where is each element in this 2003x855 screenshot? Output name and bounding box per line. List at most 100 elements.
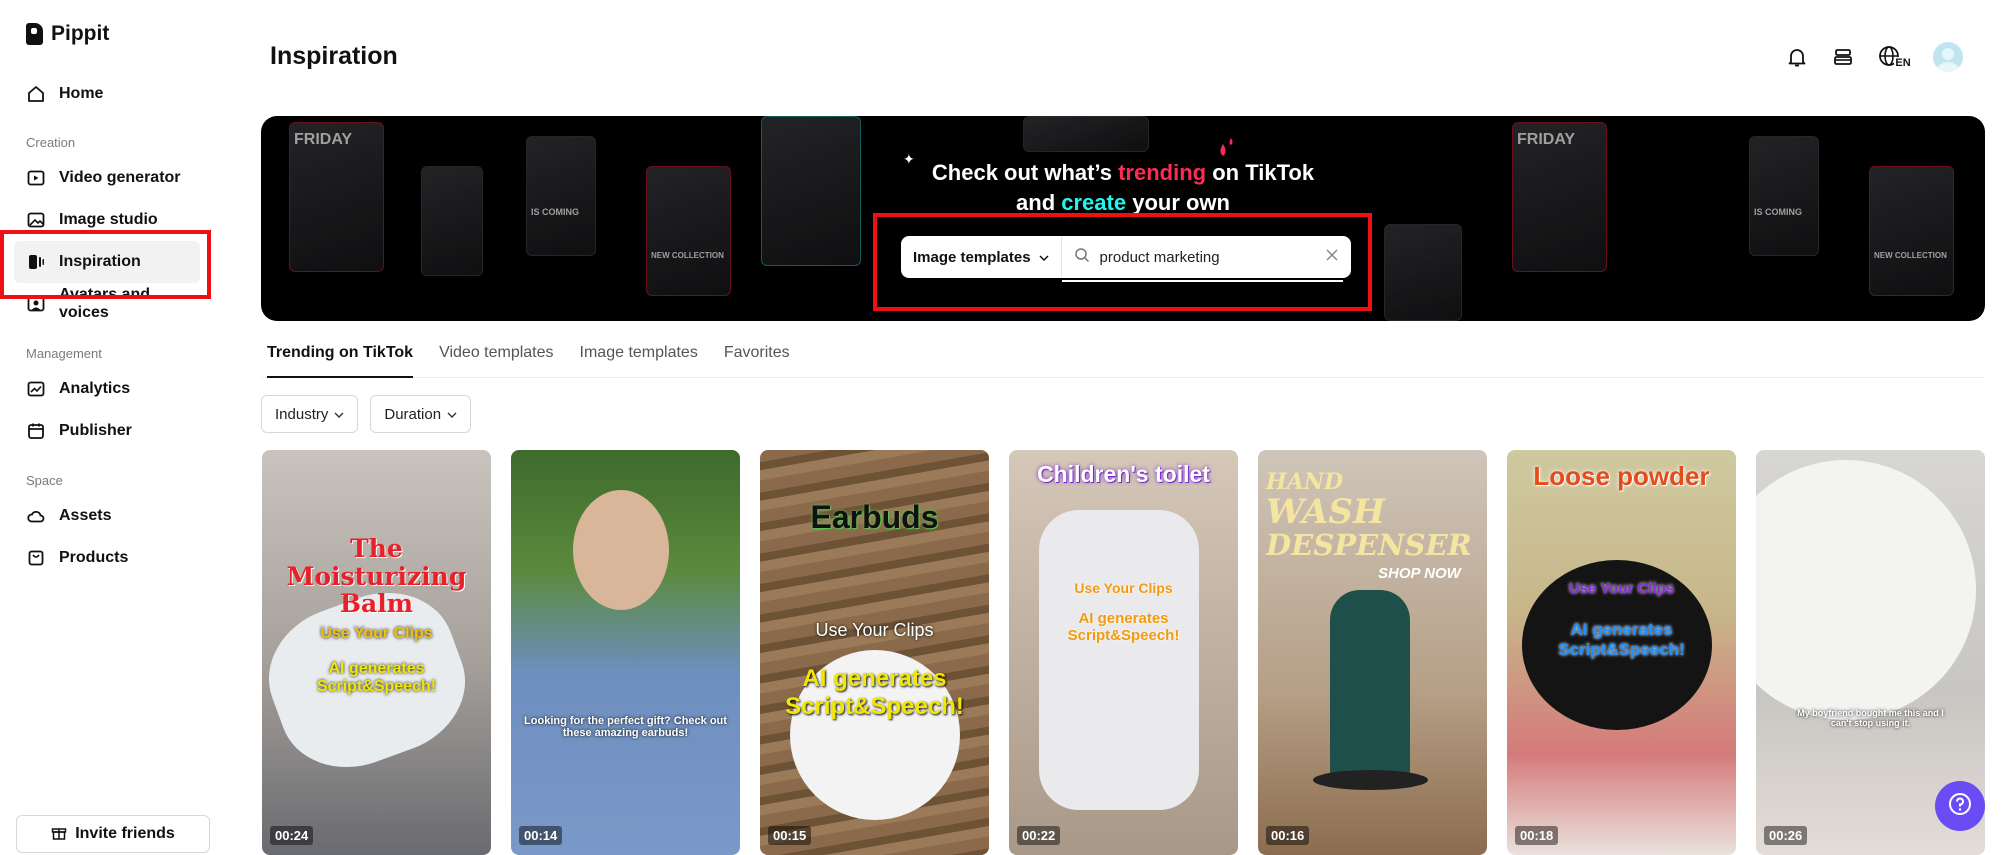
tab-favorites[interactable]: Favorites <box>724 330 790 376</box>
video-duration: 00:14 <box>519 826 563 845</box>
banner-text: your own <box>1126 190 1230 215</box>
sidebar: Pippit Home Creation Video generator Ima… <box>0 0 225 855</box>
card-subtitle: SHOP NOW <box>1378 565 1461 582</box>
sidebar-item-home[interactable]: Home <box>14 73 200 115</box>
card-subtitle: AI generates Script&Speech! <box>785 665 964 720</box>
language-code: EN <box>1894 57 1912 69</box>
tab-trending-on-tiktok[interactable]: Trending on TikTok <box>267 330 414 378</box>
chevron-down-icon <box>447 406 457 423</box>
template-card-grid: The Moisturizing Balm Use Your Clips AI … <box>262 450 1985 855</box>
chevron-down-icon <box>334 406 344 423</box>
banner-highlight-trending: trending <box>1118 160 1207 185</box>
bell-icon[interactable] <box>1785 45 1809 69</box>
product-shape <box>1756 460 1976 720</box>
banner-headline: Check out what’s trending on TikTok and … <box>261 158 1985 218</box>
card-title: The Moisturizing Balm <box>286 534 467 618</box>
template-card[interactable]: HAND WASH DESPENSER SHOP NOW 00:16 <box>1258 450 1487 855</box>
tab-video-templates[interactable]: Video templates <box>439 330 553 376</box>
banner-thumbnail-text: NEW COLLECTION <box>1874 251 1947 260</box>
analytics-icon <box>27 380 45 398</box>
template-card[interactable]: Looking for the perfect gift? Check out … <box>511 450 740 855</box>
card-subtitle: AI generates Script&Speech! <box>1067 610 1180 644</box>
sidebar-item-label: Products <box>59 549 129 566</box>
sidebar-item-label: Home <box>59 85 104 102</box>
image-studio-icon <box>27 211 45 229</box>
video-duration: 00:16 <box>1266 826 1310 845</box>
sidebar-item-publisher[interactable]: Publisher <box>14 410 200 452</box>
brand-name: Pippit <box>51 22 110 45</box>
content-tabs: Trending on TikTok Video templates Image… <box>261 330 1985 378</box>
template-card[interactable]: Children's toilet Use Your Clips AI gene… <box>1009 450 1238 855</box>
video-duration: 00:24 <box>270 826 314 845</box>
help-question-icon <box>1947 791 1973 822</box>
card-caption: Looking for the perfect gift? Check out … <box>524 715 727 739</box>
cloud-icon <box>27 507 45 525</box>
gift-icon <box>51 824 67 845</box>
card-title: Earbuds <box>810 499 939 535</box>
industry-filter-label: Industry <box>275 405 329 423</box>
card-title-line: WASH <box>1266 492 1386 532</box>
bag-icon <box>27 549 45 567</box>
card-subtitle: Use Your Clips <box>815 620 934 640</box>
inbox-icon[interactable] <box>1831 45 1855 69</box>
highlight-box-search <box>873 213 1372 311</box>
product-shape <box>1330 590 1410 780</box>
sidebar-item-label: Image studio <box>59 211 158 228</box>
video-duration: 00:26 <box>1764 826 1808 845</box>
card-subtitle: AI generates Script&Speech! <box>1558 620 1685 659</box>
section-label-space: Space <box>26 473 63 488</box>
sidebar-item-products[interactable]: Products <box>14 537 200 579</box>
template-card[interactable]: Earbuds Use Your Clips AI generates Scri… <box>760 450 989 855</box>
filter-bar: Industry Duration <box>261 395 472 433</box>
tab-image-templates[interactable]: Image templates <box>580 330 698 376</box>
card-caption: My boyfriend bought me this and I can't … <box>1797 708 1944 728</box>
app-logo[interactable]: Pippit <box>26 22 109 46</box>
sidebar-item-video-generator[interactable]: Video generator <box>14 157 200 199</box>
sidebar-item-label: Video generator <box>59 169 181 186</box>
language-globe-icon[interactable]: EN <box>1877 45 1912 69</box>
banner-thumbnail <box>1384 224 1462 321</box>
sidebar-item-label: Assets <box>59 507 112 524</box>
video-generator-icon <box>27 169 45 187</box>
highlight-box-inspiration <box>0 230 211 299</box>
card-subtitle: AI generates Script&Speech! <box>316 660 437 695</box>
video-duration: 00:15 <box>768 826 812 845</box>
industry-filter[interactable]: Industry <box>261 395 359 433</box>
person-face-shape <box>573 490 669 610</box>
banner-thumbnail-text: FRIDAY <box>294 131 353 148</box>
top-right-toolbar: EN <box>1785 42 1963 72</box>
page-title: Inspiration <box>270 42 398 70</box>
card-title-line: HAND <box>1266 469 1344 495</box>
card-title-line: DESPENSER <box>1266 528 1472 562</box>
help-button[interactable] <box>1935 781 1985 831</box>
section-label-creation: Creation <box>26 135 76 150</box>
home-icon <box>27 85 45 103</box>
card-subtitle: Use Your Clips <box>1568 580 1675 597</box>
sidebar-item-assets[interactable]: Assets <box>14 495 200 537</box>
card-title: Loose powder <box>1533 461 1710 491</box>
product-base-shape <box>1313 770 1428 790</box>
template-card[interactable]: Loose powder Use Your Clips AI generates… <box>1507 450 1736 855</box>
product-shape <box>1039 510 1199 810</box>
template-card[interactable]: The Moisturizing Balm Use Your Clips AI … <box>262 450 491 855</box>
banner-thumbnail-text: FRIDAY <box>1517 131 1576 148</box>
card-title: Children's toilet <box>1037 461 1210 487</box>
banner-text: on TikTok <box>1206 160 1315 185</box>
banner-text: and <box>1016 190 1062 215</box>
sidebar-item-label: Publisher <box>59 422 132 439</box>
video-duration: 00:18 <box>1515 826 1559 845</box>
card-subtitle: Use Your Clips <box>1074 580 1173 596</box>
banner-text: Check out what’s <box>931 160 1119 185</box>
user-avatar[interactable] <box>1933 42 1963 72</box>
card-subtitle: Use Your Clips <box>320 625 433 642</box>
invite-friends-button[interactable]: Invite friends <box>16 815 210 853</box>
banner-highlight-create: create <box>1061 190 1127 215</box>
calendar-icon <box>27 422 45 440</box>
duration-filter-label: Duration <box>384 405 442 423</box>
pippit-logo-icon <box>26 23 43 45</box>
invite-friends-label: Invite friends <box>75 825 175 842</box>
section-label-management: Management <box>26 346 102 361</box>
duration-filter[interactable]: Duration <box>370 395 472 433</box>
sidebar-item-analytics[interactable]: Analytics <box>14 368 200 410</box>
banner-thumbnail <box>1023 116 1149 152</box>
